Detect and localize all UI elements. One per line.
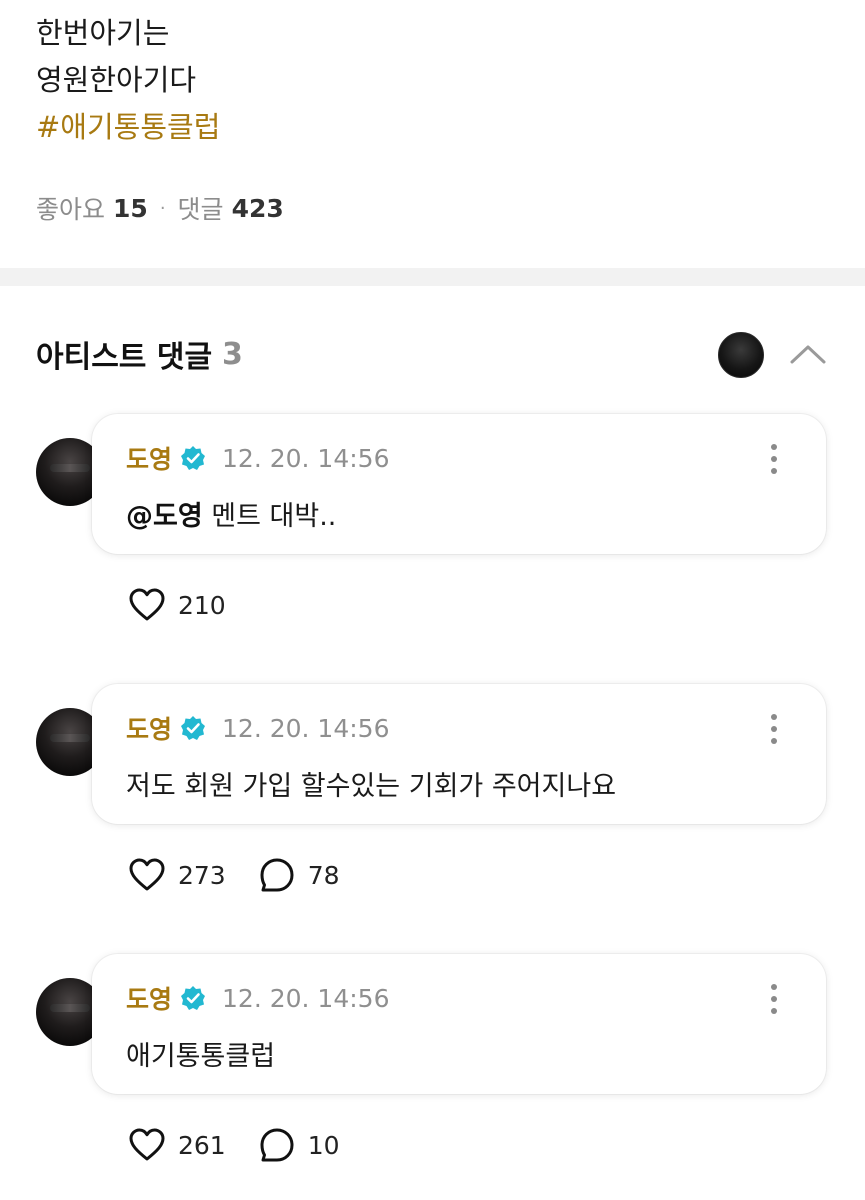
comment-timestamp: 12. 20. 14:56 — [222, 713, 390, 743]
heart-icon — [129, 1128, 165, 1161]
comment-timestamp: 12. 20. 14:56 — [222, 983, 390, 1013]
comment-card: 도영 12. 20. 14:56 @도영 멘트 대박.. — [92, 414, 826, 554]
heart-icon — [129, 858, 165, 891]
speech-bubble-icon — [260, 858, 294, 892]
comment-text: @도영 멘트 대박.. — [126, 494, 336, 533]
reply-count: 78 — [307, 860, 340, 890]
artist-comments-header: 아티스트 댓글 3 — [36, 332, 243, 376]
like-count: 261 — [178, 1130, 226, 1160]
post-text-line: 영원한아기다 — [36, 63, 197, 97]
comment-text: 애기통통클럽 — [126, 1041, 276, 1072]
like-count: 273 — [178, 860, 226, 890]
artist-comments-title: 아티스트 댓글 — [36, 340, 213, 375]
verified-badge-icon — [181, 446, 206, 470]
post-body: 한번아기는 영원한아기다 #애기통통클럽 — [36, 10, 220, 151]
speech-bubble-icon — [260, 1128, 294, 1162]
heart-icon — [129, 588, 165, 621]
comments-label: 댓글 — [177, 195, 224, 224]
comment-timestamp: 12. 20. 14:56 — [222, 443, 390, 473]
comment-author[interactable]: 도영 — [126, 440, 172, 476]
post-text-line: 한번아기는 — [36, 16, 170, 50]
reply-count: 10 — [307, 1130, 340, 1160]
comment-author[interactable]: 도영 — [126, 710, 172, 746]
reply-button[interactable]: 10 — [258, 1126, 372, 1164]
comment-card: 도영 12. 20. 14:56 애기통통클럽 — [92, 954, 826, 1094]
more-vertical-icon[interactable] — [764, 712, 784, 746]
more-vertical-icon[interactable] — [764, 442, 784, 476]
mention-link[interactable]: @도영 — [126, 501, 203, 532]
like-button[interactable]: 261 — [128, 1126, 258, 1164]
comment-actions: 210 — [128, 586, 258, 624]
like-count: 210 — [178, 590, 226, 620]
verified-badge-icon — [181, 986, 206, 1010]
post-hashtag-link[interactable]: #애기통통클럽 — [36, 104, 220, 151]
comment-author[interactable]: 도영 — [126, 980, 172, 1016]
verified-badge-icon — [181, 716, 206, 740]
stats-separator: · — [159, 197, 166, 219]
reply-button[interactable]: 78 — [258, 856, 372, 894]
more-vertical-icon[interactable] — [764, 982, 784, 1016]
like-button[interactable]: 210 — [128, 586, 258, 624]
post-stats: 좋아요 15 · 댓글 423 — [36, 190, 284, 226]
likes-count[interactable]: 15 — [113, 194, 148, 223]
comment-actions: 261 10 — [128, 1126, 372, 1164]
chevron-up-icon — [790, 345, 826, 364]
collapse-button[interactable] — [786, 336, 830, 372]
artist-comments-count: 3 — [222, 336, 243, 372]
comment-actions: 273 78 — [128, 856, 372, 894]
like-button[interactable]: 273 — [128, 856, 258, 894]
comment-text: 저도 회원 가입 할수있는 기회가 주어지나요 — [126, 771, 617, 802]
comments-count[interactable]: 423 — [232, 194, 284, 223]
comment-card: 도영 12. 20. 14:56 저도 회원 가입 할수있는 기회가 주어지나요 — [92, 684, 826, 824]
comment-body: 멘트 대박.. — [202, 501, 337, 532]
section-divider — [0, 268, 865, 286]
artist-avatar[interactable] — [718, 332, 764, 378]
likes-label: 좋아요 — [36, 195, 106, 224]
